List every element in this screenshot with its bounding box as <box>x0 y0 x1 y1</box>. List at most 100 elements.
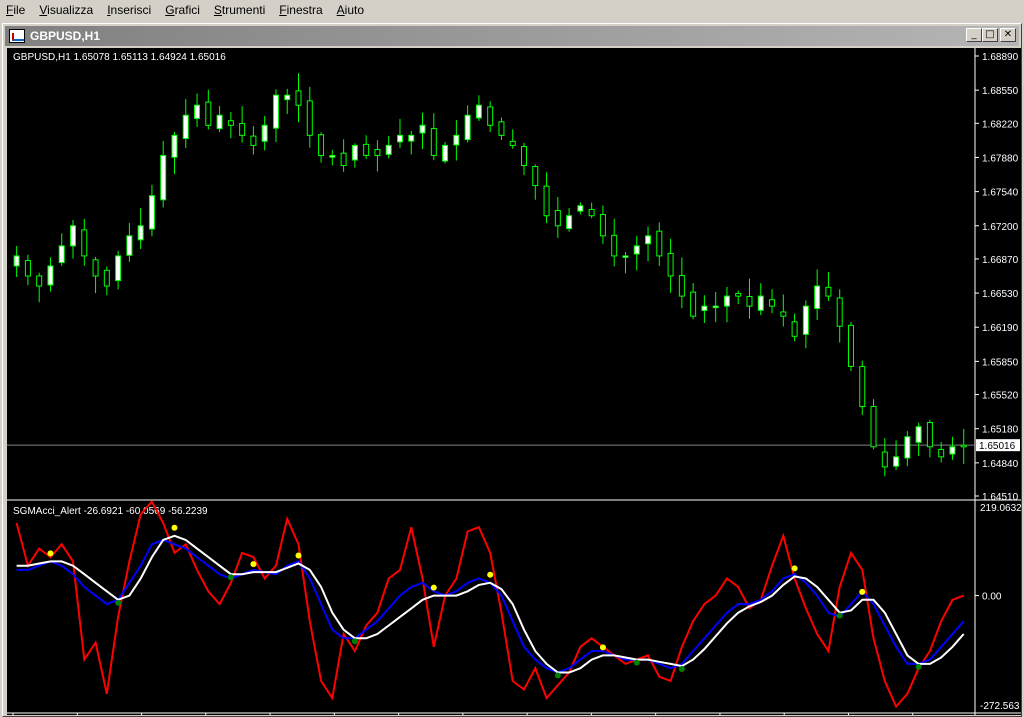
candle-body <box>554 210 561 227</box>
candle-body <box>81 229 88 257</box>
signal-dot-yellow <box>791 565 798 572</box>
candle-body <box>633 245 640 255</box>
signal-dot-green <box>836 612 843 619</box>
signal-dot-green <box>915 663 922 670</box>
candle-body <box>250 135 257 146</box>
price-tick-label: 1.66190 <box>982 323 1019 334</box>
price-tick-label: 1.64510 <box>982 492 1019 503</box>
candle-body <box>701 305 708 311</box>
price-tick-label: 1.67540 <box>982 188 1019 199</box>
candle-body <box>363 143 370 156</box>
candle-body <box>847 324 854 367</box>
candle-body <box>622 255 629 258</box>
indicator-min-label: -272.563 <box>980 701 1020 712</box>
candle-body <box>453 134 460 146</box>
indicator-max-label: 219.0632 <box>980 503 1021 514</box>
candle-body <box>926 421 933 448</box>
menu-strumenti[interactable]: Strumenti <box>208 0 273 21</box>
price-info: GBPUSD,H1 1.65078 1.65113 1.64924 1.6501… <box>13 52 226 63</box>
signal-dot-yellow <box>295 552 302 559</box>
candle-body <box>205 101 212 126</box>
candle-body <box>70 225 77 247</box>
candle-body <box>92 259 99 277</box>
price-tick-label: 1.65180 <box>982 425 1019 436</box>
candle-body <box>295 90 302 106</box>
menu-grafici[interactable]: Grafici <box>159 0 208 21</box>
chart-window: GBPUSD,H1 _ □ ✕ GBPUSD,H1 1.65078 1.6511… <box>2 23 1022 717</box>
candle-body <box>272 94 279 129</box>
candle-body <box>893 456 900 467</box>
price-tick-label: 1.64840 <box>982 459 1019 470</box>
signal-dot-yellow <box>859 588 866 595</box>
candle-body <box>667 252 674 277</box>
candle-body <box>904 436 911 459</box>
menu-bar: File Visualizza Inserisci Grafici Strumenti F… <box>0 0 1024 21</box>
signal-dot-green <box>554 672 561 679</box>
price-tick-label: 1.68220 <box>982 119 1019 130</box>
indicator-zero-label: 0.00 <box>982 592 1002 603</box>
candle-body <box>261 124 268 142</box>
candle-body <box>960 444 967 448</box>
candle-body <box>182 114 189 140</box>
candle-body <box>340 152 347 166</box>
signal-dot-yellow <box>250 561 257 568</box>
candle-body <box>284 94 291 101</box>
menu-visualizza[interactable]: Visualizza <box>33 0 101 21</box>
candle-body <box>498 121 505 136</box>
price-tick-label: 1.67200 <box>982 222 1019 233</box>
candle-body <box>825 286 832 297</box>
candle-body <box>881 451 888 468</box>
menu-inserisci[interactable]: Inserisci <box>101 0 159 21</box>
candle-body <box>239 123 246 136</box>
title-bar[interactable]: GBPUSD,H1 _ □ ✕ <box>5 26 1019 46</box>
menu-file[interactable]: File <box>0 0 33 21</box>
candle-body <box>915 426 922 443</box>
candle-body <box>475 104 482 119</box>
candle-body <box>36 275 43 287</box>
chart-area[interactable]: GBPUSD,H1 1.65078 1.65113 1.64924 1.6501… <box>7 48 1021 715</box>
candle-body <box>769 299 776 307</box>
candle-body <box>735 292 742 297</box>
signal-blue-line <box>16 538 965 674</box>
chart-svg[interactable]: GBPUSD,H1 1.65078 1.65113 1.64924 1.6501… <box>7 48 1021 715</box>
candle-body <box>656 230 663 257</box>
window-title: GBPUSD,H1 <box>30 29 101 43</box>
candle-body <box>757 295 764 311</box>
candle-body <box>318 134 325 156</box>
price-tick-label: 1.65850 <box>982 357 1019 368</box>
candle-body <box>949 446 956 455</box>
price-tick-label: 1.66530 <box>982 289 1019 300</box>
signal-dot-green <box>678 666 685 673</box>
menu-aiuto[interactable]: Aiuto <box>331 0 372 21</box>
candle-body <box>227 120 234 126</box>
candle-body <box>645 235 652 245</box>
menu-finestra[interactable]: Finestra <box>273 0 330 21</box>
candle-body <box>678 274 685 297</box>
candle-body <box>58 245 65 264</box>
candle-body <box>938 448 945 458</box>
candle-body <box>329 154 336 158</box>
signal-dot-green <box>227 574 234 581</box>
candle-body <box>690 291 697 317</box>
candle-body <box>216 114 223 130</box>
candle-body <box>47 265 54 286</box>
candle-body <box>160 154 167 201</box>
candle-body <box>137 225 144 241</box>
signal-dot-yellow <box>47 550 54 557</box>
candle-body <box>419 124 426 134</box>
candle-body <box>351 144 358 161</box>
indicator-info: SGMAcci_Alert -26.6921 -60.0569 -56.2239 <box>13 506 208 517</box>
current-price-label: 1.65016 <box>979 441 1016 452</box>
candle-body <box>611 234 618 257</box>
maximize-button[interactable]: □ <box>982 28 998 42</box>
close-button[interactable]: ✕ <box>1000 28 1016 42</box>
candle-body <box>802 305 809 335</box>
chart-icon <box>9 29 25 43</box>
candle-body <box>306 100 313 136</box>
price-tick-label: 1.68890 <box>982 52 1019 63</box>
signal-dot-green <box>633 659 640 666</box>
candle-body <box>723 295 730 307</box>
minimize-button[interactable]: _ <box>966 28 982 42</box>
price-tick-label: 1.68550 <box>982 86 1019 97</box>
candle-body <box>126 235 133 256</box>
